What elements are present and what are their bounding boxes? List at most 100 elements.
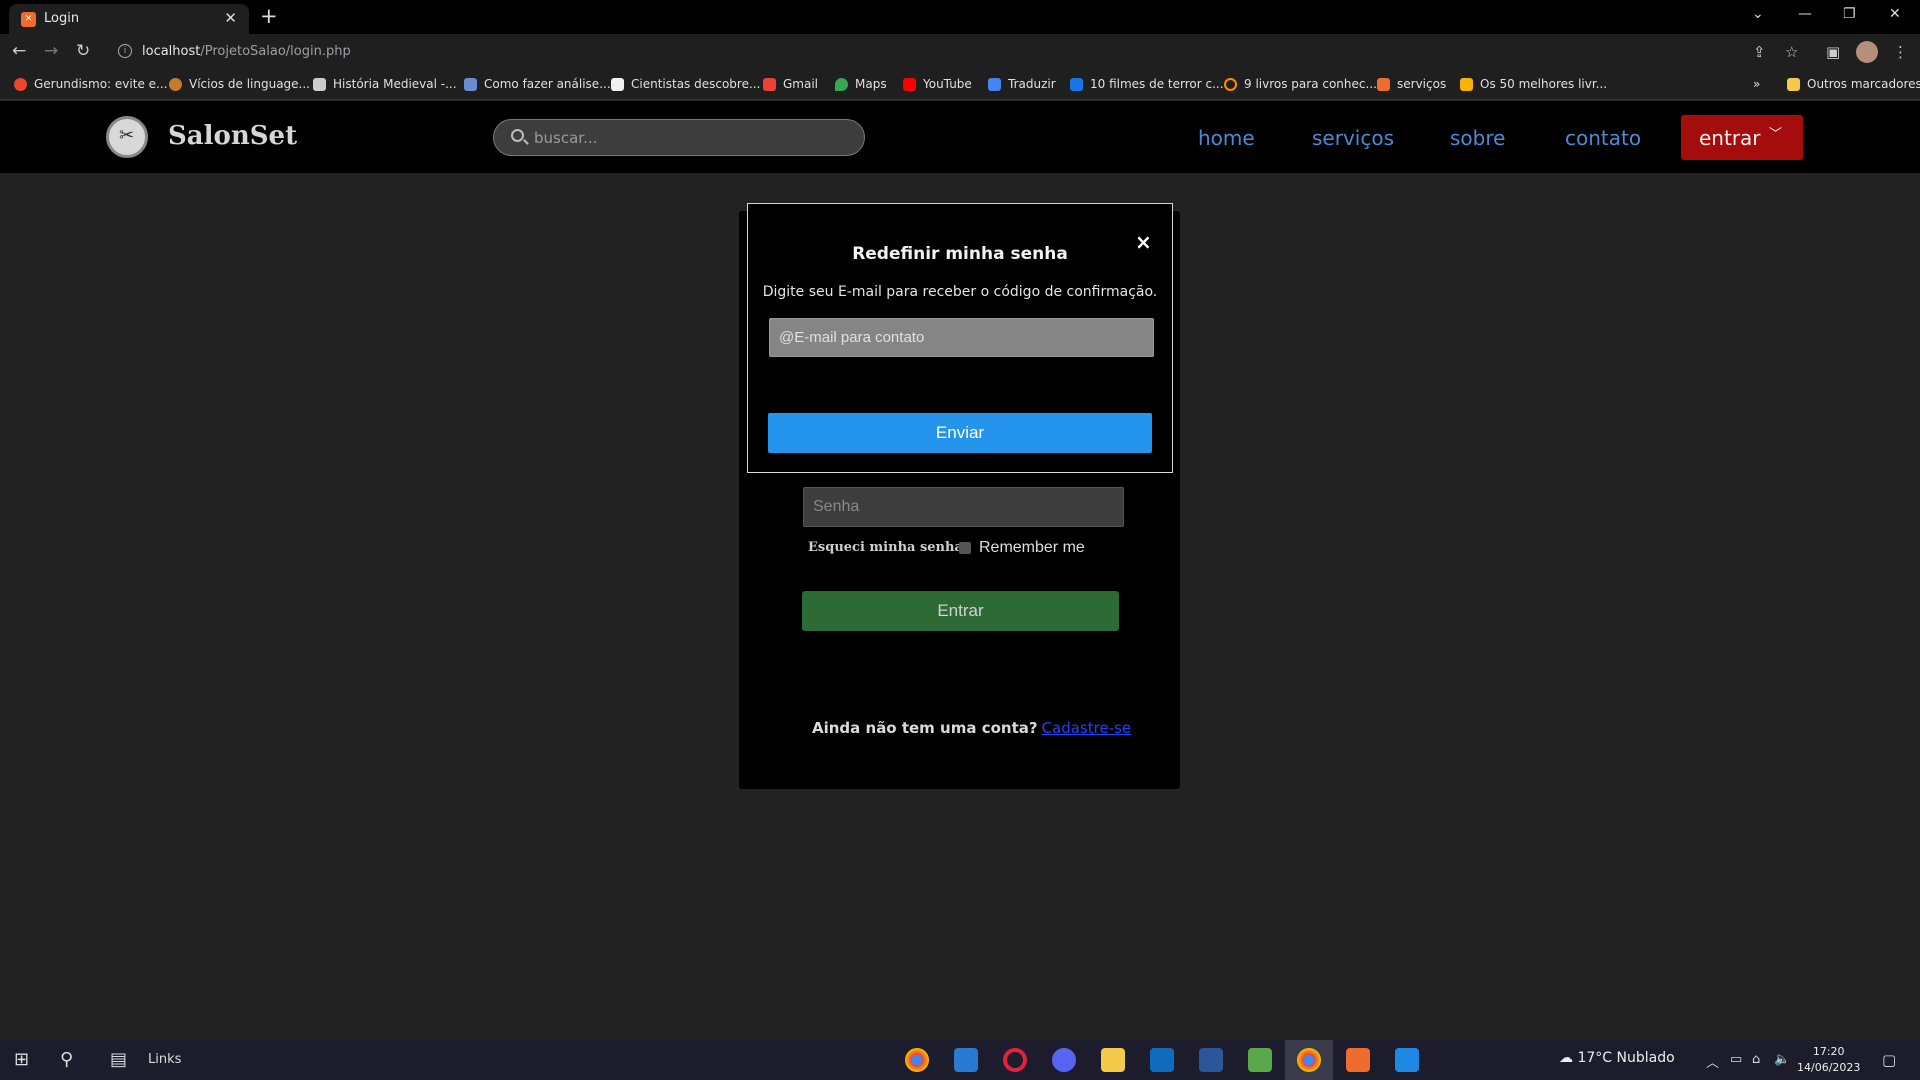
brand-name[interactable]: SalonSet [168, 121, 297, 151]
bookmark-item[interactable]: 9 livros para conhec... [1224, 77, 1377, 91]
nav-servicos[interactable]: serviços [1312, 126, 1394, 150]
bookmark-item[interactable]: Cientistas descobre... [611, 77, 760, 91]
bookmark-item[interactable]: 10 filmes de terror c... [1070, 77, 1224, 91]
signup-prompt: Ainda não tem uma conta? Cadastre-se [812, 719, 1131, 737]
browser-toolbar: ← → ↻ i localhost/ProjetoSalao/login.php… [0, 34, 1920, 70]
tab-close-icon[interactable]: ✕ [224, 9, 237, 27]
youtube-icon [903, 77, 916, 91]
search-icon [511, 129, 524, 142]
bookmark-item[interactable]: Gerundismo: evite e... [14, 77, 167, 91]
bookmark-item[interactable]: YouTube [903, 77, 972, 91]
close-window-icon[interactable]: ✕ [1889, 6, 1901, 22]
xampp-icon[interactable] [1346, 1048, 1370, 1072]
volume-icon[interactable]: 🔈 [1774, 1052, 1790, 1067]
gmail-icon [763, 77, 776, 91]
bookmark-item[interactable]: Como fazer análise... [464, 77, 611, 91]
tray-chevron-icon[interactable]: ︿ [1706, 1052, 1719, 1071]
forward-icon[interactable]: → [44, 41, 58, 61]
bookmark-label: YouTube [923, 77, 972, 91]
bookmark-item[interactable]: serviços [1377, 77, 1446, 91]
menu-kebab-icon[interactable]: ⋮ [1893, 43, 1908, 61]
share-icon[interactable]: ⇪ [1753, 43, 1766, 61]
clock-time: 17:20 [1812, 1045, 1845, 1058]
clock[interactable]: 17:20 14/06/2023 [1797, 1044, 1860, 1076]
new-tab-icon[interactable]: + [260, 4, 278, 28]
xampp-favicon-icon [1377, 77, 1390, 91]
nav-home[interactable]: home [1198, 126, 1255, 150]
login-submit-button[interactable]: Entrar [802, 591, 1119, 631]
email-field[interactable]: @E-mail para contato [769, 318, 1154, 357]
more-bookmarks-icon[interactable]: » [1753, 77, 1760, 91]
search-icon[interactable]: ⚲ [60, 1049, 73, 1070]
restore-icon[interactable]: ❐ [1843, 6, 1856, 22]
tab-login[interactable]: ✕ Login ✕ [9, 4, 249, 34]
translate-icon [988, 77, 1001, 91]
side-panel-icon[interactable]: ▣ [1826, 43, 1840, 61]
tab-title: Login [44, 11, 80, 26]
close-icon[interactable]: × [1135, 230, 1152, 254]
reset-password-modal: Redefinir minha senha × Digite seu E-mai… [747, 203, 1173, 473]
minimize-icon[interactable]: — [1798, 6, 1812, 22]
profile-avatar[interactable] [1856, 41, 1878, 63]
forgot-password-link[interactable]: Esqueci minha senha [808, 540, 963, 555]
search-input[interactable]: buscar... [493, 119, 865, 156]
bookmarks-bar: Gerundismo: evite e... Vícios de linguag… [0, 70, 1920, 100]
reload-icon[interactable]: ↻ [76, 41, 90, 61]
password-placeholder: Senha [813, 498, 860, 515]
url-path: /ProjetoSalao/login.php [200, 44, 351, 59]
bookmark-label: serviços [1397, 77, 1447, 91]
signup-link[interactable]: Cadastre-se [1042, 719, 1132, 737]
ethernet-icon[interactable]: ⌂ [1752, 1052, 1760, 1067]
chrome-icon[interactable] [905, 1048, 929, 1072]
photos-icon[interactable] [1395, 1048, 1419, 1072]
vscode-icon[interactable] [954, 1048, 978, 1072]
address-bar[interactable]: i localhost/ProjetoSalao/login.php [110, 38, 1790, 66]
links-toolbar[interactable]: Links [148, 1052, 181, 1067]
bookmark-star-icon[interactable]: ☆ [1785, 43, 1798, 61]
notifications-icon[interactable]: ▢ [1882, 1051, 1896, 1069]
store-icon[interactable] [1150, 1048, 1174, 1072]
site-header: SalonSet buscar... home serviços sobre c… [0, 101, 1920, 173]
password-input[interactable]: Senha [803, 487, 1124, 527]
bookmark-label: Traduzir [1008, 77, 1056, 91]
login-dropdown-label: entrar [1699, 126, 1761, 150]
bookmark-item[interactable]: História Medieval -... [313, 77, 457, 91]
windows-start-icon[interactable]: ⊞ [14, 1049, 29, 1070]
modal-subtitle: Digite seu E-mail para receber o código … [762, 284, 1158, 300]
back-icon[interactable]: ← [12, 41, 26, 61]
weather-text: 17°C Nublado [1577, 1050, 1675, 1066]
tab-search-icon[interactable]: ⌄ [1752, 6, 1764, 22]
maps-icon [835, 77, 848, 91]
bookmark-label: Gerundismo: evite e... [34, 77, 168, 91]
opera-icon[interactable] [1003, 1048, 1027, 1072]
network-icon[interactable]: ▭ [1730, 1052, 1742, 1067]
salon-logo-icon[interactable] [106, 116, 148, 158]
chrome-profile-icon[interactable] [1297, 1048, 1321, 1072]
file-explorer-icon[interactable] [1101, 1048, 1125, 1072]
nav-sobre[interactable]: sobre [1450, 126, 1505, 150]
bookmark-item[interactable]: Os 50 melhores livr... [1460, 77, 1607, 91]
site-info-icon[interactable]: i [118, 44, 132, 58]
remember-me-label[interactable]: Remember me [979, 539, 1085, 557]
remember-me-checkbox[interactable] [959, 542, 971, 554]
bookmark-item[interactable]: Traduzir [988, 77, 1056, 91]
bookmark-item[interactable]: Maps [835, 77, 887, 91]
other-bookmarks[interactable]: Outros marcadores [1787, 77, 1920, 91]
bookmark-label: Os 50 melhores livr... [1480, 77, 1608, 91]
folder-icon [1787, 77, 1800, 91]
bookmark-favicon-icon [1224, 77, 1237, 91]
bluestacks-icon[interactable] [1248, 1048, 1272, 1072]
other-bookmarks-label: Outros marcadores [1807, 77, 1920, 91]
bookmark-label: 10 filmes de terror c... [1090, 77, 1224, 91]
bookmark-item[interactable]: Gmail [763, 77, 818, 91]
modal-title: Redefinir minha senha [852, 244, 1068, 264]
task-view-icon[interactable]: ▤ [110, 1049, 127, 1070]
bookmark-item[interactable]: Vícios de linguage... [169, 77, 310, 91]
send-button[interactable]: Enviar [768, 413, 1152, 453]
search-placeholder: buscar... [534, 129, 598, 147]
weather-widget[interactable]: ☁ 17°C Nublado [1559, 1050, 1675, 1066]
word-icon[interactable] [1199, 1048, 1223, 1072]
discord-icon[interactable] [1052, 1048, 1076, 1072]
nav-contato[interactable]: contato [1565, 126, 1641, 150]
login-dropdown-button[interactable]: entrar ﹀ [1681, 115, 1803, 160]
